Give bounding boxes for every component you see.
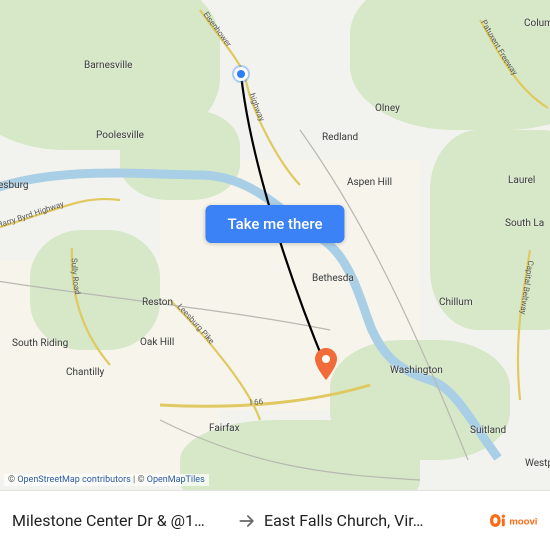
- omt-link[interactable]: OpenMapTiles: [147, 475, 205, 485]
- svg-text:moovit: moovit: [509, 516, 538, 527]
- city-label: South La: [505, 218, 544, 229]
- route-summary-bar: Milestone Center Dr & @1… East Falls Chu…: [0, 490, 550, 550]
- origin-marker[interactable]: [234, 67, 248, 81]
- attribution-sep: | ©: [131, 475, 147, 485]
- city-label: Chantilly: [66, 367, 104, 378]
- city-label: Oak Hill: [140, 337, 174, 348]
- city-label: esburg: [0, 180, 29, 191]
- moovit-logo[interactable]: moovit: [482, 510, 538, 532]
- city-label: Chillum: [439, 297, 473, 308]
- map-canvas[interactable]: Eisenhower highway Harry Byrd Highway Su…: [0, 0, 550, 490]
- city-label: Reston: [142, 297, 173, 308]
- route-path: [0, 0, 550, 490]
- city-label: Westp: [525, 458, 550, 469]
- city-label: South Riding: [12, 338, 68, 349]
- city-label: Fairfax: [209, 423, 240, 434]
- osm-link[interactable]: OpenStreetMap contributors: [17, 475, 130, 485]
- city-label: Olney: [375, 103, 400, 114]
- attribution-prefix: ©: [8, 475, 17, 485]
- city-label: Poolesville: [96, 130, 144, 141]
- city-label: Washington: [390, 365, 443, 376]
- destination-marker[interactable]: [314, 348, 338, 372]
- route-to-label[interactable]: East Falls Church, Vir…: [264, 511, 482, 530]
- city-label: Aspen Hill: [347, 177, 392, 188]
- arrow-right-icon: [230, 511, 264, 531]
- city-label: Redland: [322, 132, 358, 143]
- city-label: Suitland: [470, 425, 506, 436]
- city-label: Bethesda: [312, 273, 354, 284]
- city-label: Laurel: [508, 175, 535, 186]
- city-label: Colum: [524, 18, 550, 29]
- route-from-label[interactable]: Milestone Center Dr & @1…: [12, 511, 230, 530]
- city-label: Barnesville: [84, 60, 133, 71]
- take-me-there-button[interactable]: Take me there: [205, 205, 344, 243]
- map-attribution: © OpenStreetMap contributors | © OpenMap…: [4, 474, 209, 486]
